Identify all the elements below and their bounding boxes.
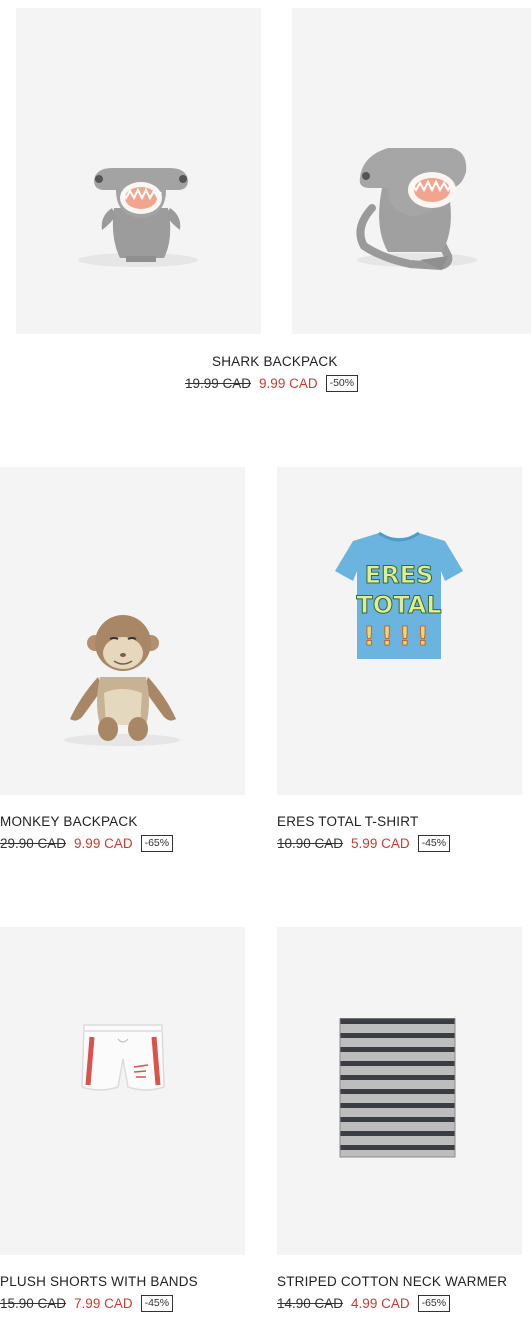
product-image-tshirt[interactable]: ERES TOTAL !!!! [277,467,522,795]
price-row: 15.90 CAD 7.99 CAD -45% [0,1295,174,1312]
price-row: 19.99 CAD 9.99 CAD -50% [185,375,359,392]
monkey-backpack-image [64,615,180,746]
tshirt-print-line-3: !!!! [363,622,434,652]
product-name[interactable]: MONKEY BACKPACK [0,814,138,829]
discount-badge: -45% [417,835,451,852]
shark-backpack-side-image [356,148,477,271]
original-price: 14.90 CAD [277,1296,344,1311]
sale-price: 4.99 CAD [351,1296,410,1311]
discount-badge: -65% [417,1295,451,1312]
tshirt-print-line-2: TOTAL [356,591,441,619]
product-name[interactable]: SHARK BACKPACK [212,354,338,369]
original-price: 29.90 CAD [0,836,67,851]
price-row: 29.90 CAD 9.99 CAD -65% [0,835,174,852]
discount-badge: -45% [140,1295,174,1312]
product-image-shark-side[interactable] [292,8,531,334]
product-image-shorts[interactable] [0,927,245,1255]
product-name[interactable]: ERES TOTAL T-SHIRT [277,814,418,829]
shark-backpack-front-image [78,168,198,267]
discount-badge: -50% [325,375,359,392]
original-price: 10.90 CAD [277,836,344,851]
shorts-image [81,1024,165,1091]
product-image-neck-warmer[interactable] [277,927,522,1255]
sale-price: 9.99 CAD [259,376,318,391]
product-name[interactable]: STRIPED COTTON NECK WARMER [277,1274,507,1289]
neck-warmer-image [339,1018,456,1158]
original-price: 15.90 CAD [0,1296,67,1311]
sale-price: 5.99 CAD [351,836,410,851]
discount-badge: -65% [140,835,174,852]
sale-price: 9.99 CAD [74,836,133,851]
product-image-monkey[interactable] [0,467,245,795]
product-name[interactable]: PLUSH SHORTS WITH BANDS [0,1274,198,1289]
price-row: 14.90 CAD 4.99 CAD -65% [277,1295,451,1312]
original-price: 19.99 CAD [185,376,252,391]
sale-price: 7.99 CAD [74,1296,133,1311]
tshirt-image: ERES TOTAL !!!! [335,531,463,659]
tshirt-print-line-1: ERES [365,561,434,589]
price-row: 10.90 CAD 5.99 CAD -45% [277,835,451,852]
product-image-shark-front[interactable] [16,8,261,334]
